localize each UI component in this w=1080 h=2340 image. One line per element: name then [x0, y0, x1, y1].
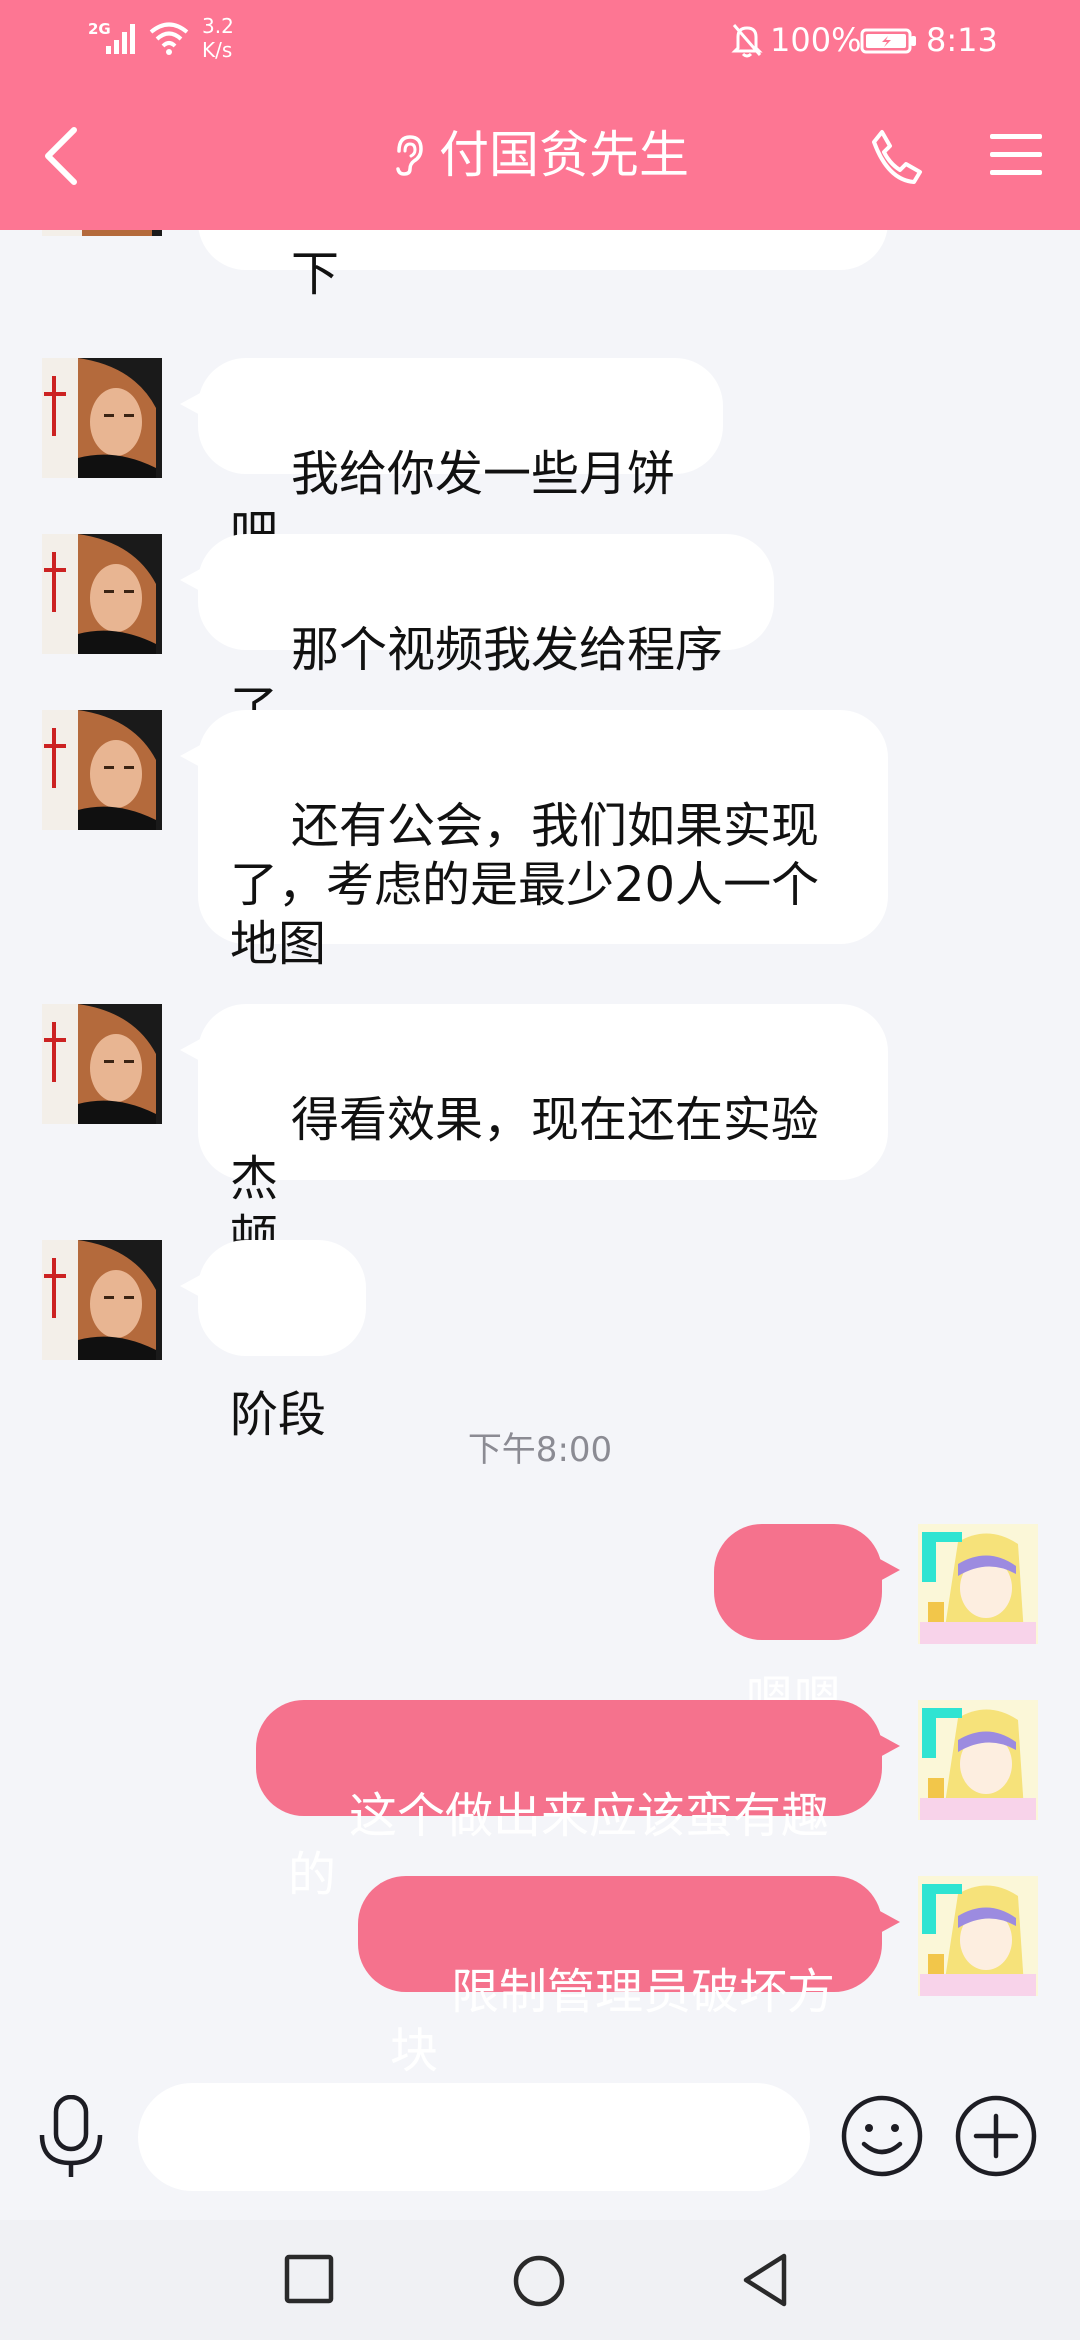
contact-avatar[interactable]: [42, 1240, 162, 1360]
menu-icon[interactable]: [990, 130, 1042, 180]
message-bubble-incoming[interactable]: 阶段: [180, 1240, 366, 1443]
nav-back-icon[interactable]: [740, 2250, 790, 2310]
contact-avatar[interactable]: [42, 358, 162, 478]
message-bubble-incoming[interactable]: 下: [198, 230, 888, 302]
my-avatar[interactable]: [918, 1524, 1038, 1644]
contact-avatar[interactable]: [42, 534, 162, 654]
message-text: 下: [291, 246, 340, 302]
contact-avatar[interactable]: [42, 230, 162, 236]
contact-avatar[interactable]: [42, 710, 162, 830]
message-timestamp: 下午8:00: [467, 1430, 613, 1470]
nav-recent-icon[interactable]: [284, 2254, 334, 2304]
message-bubble-incoming[interactable]: 我给你发一些月饼吧: [180, 358, 723, 561]
contact-name: 付国贫先生: [439, 126, 689, 184]
message-bubble-outgoing[interactable]: 嗯嗯: [714, 1524, 900, 1727]
signal-icon: [106, 24, 135, 54]
battery-percent: 100%: [770, 21, 862, 59]
nav-home-icon[interactable]: [512, 2254, 566, 2308]
mute-bell-icon: [731, 24, 763, 58]
message-text: 还有公会，我们如果实现 了，考虑的是最少20人一个 地图: [230, 798, 820, 972]
clock: 8:13: [926, 21, 998, 59]
message-bubble-incoming[interactable]: 还有公会，我们如果实现 了，考虑的是最少20人一个 地图: [180, 710, 888, 972]
message-list[interactable]: 下 我给你发一些月饼吧 那个视频我发给程序了 还有公会，我们如果实现 了，考虑的…: [0, 230, 1080, 2085]
microphone-icon[interactable]: [38, 2095, 104, 2179]
message-bubble-outgoing[interactable]: 这个做出来应该蛮有趣的: [256, 1700, 900, 1903]
my-avatar[interactable]: [918, 1876, 1038, 1996]
phone-icon[interactable]: [868, 126, 924, 186]
system-nav-bar: [0, 2220, 1080, 2340]
message-input[interactable]: [138, 2083, 810, 2191]
contact-avatar[interactable]: [42, 1004, 162, 1124]
net-speed: 3.2 K/s: [202, 14, 234, 62]
status-bar: 2G 3.2 K/s 100% 8:13: [0, 0, 1080, 80]
emoji-icon[interactable]: [840, 2094, 924, 2178]
ear-icon[interactable]: [391, 133, 425, 177]
message-bubble-outgoing[interactable]: 限制管理员破坏方块: [358, 1876, 900, 2079]
battery-icon: [860, 28, 916, 54]
message-bubble-incoming[interactable]: 得看效果，现在还在实验杰 顿: [180, 1004, 888, 1266]
plus-icon[interactable]: [954, 2094, 1038, 2178]
chat-header: 2G 3.2 K/s 100% 8:13 付国贫先生: [0, 0, 1080, 230]
message-text: 限制管理员破坏方块: [390, 1964, 836, 2079]
wifi-icon: [149, 22, 189, 55]
my-avatar[interactable]: [918, 1700, 1038, 1820]
message-bubble-incoming[interactable]: 那个视频我发给程序了: [180, 534, 774, 737]
